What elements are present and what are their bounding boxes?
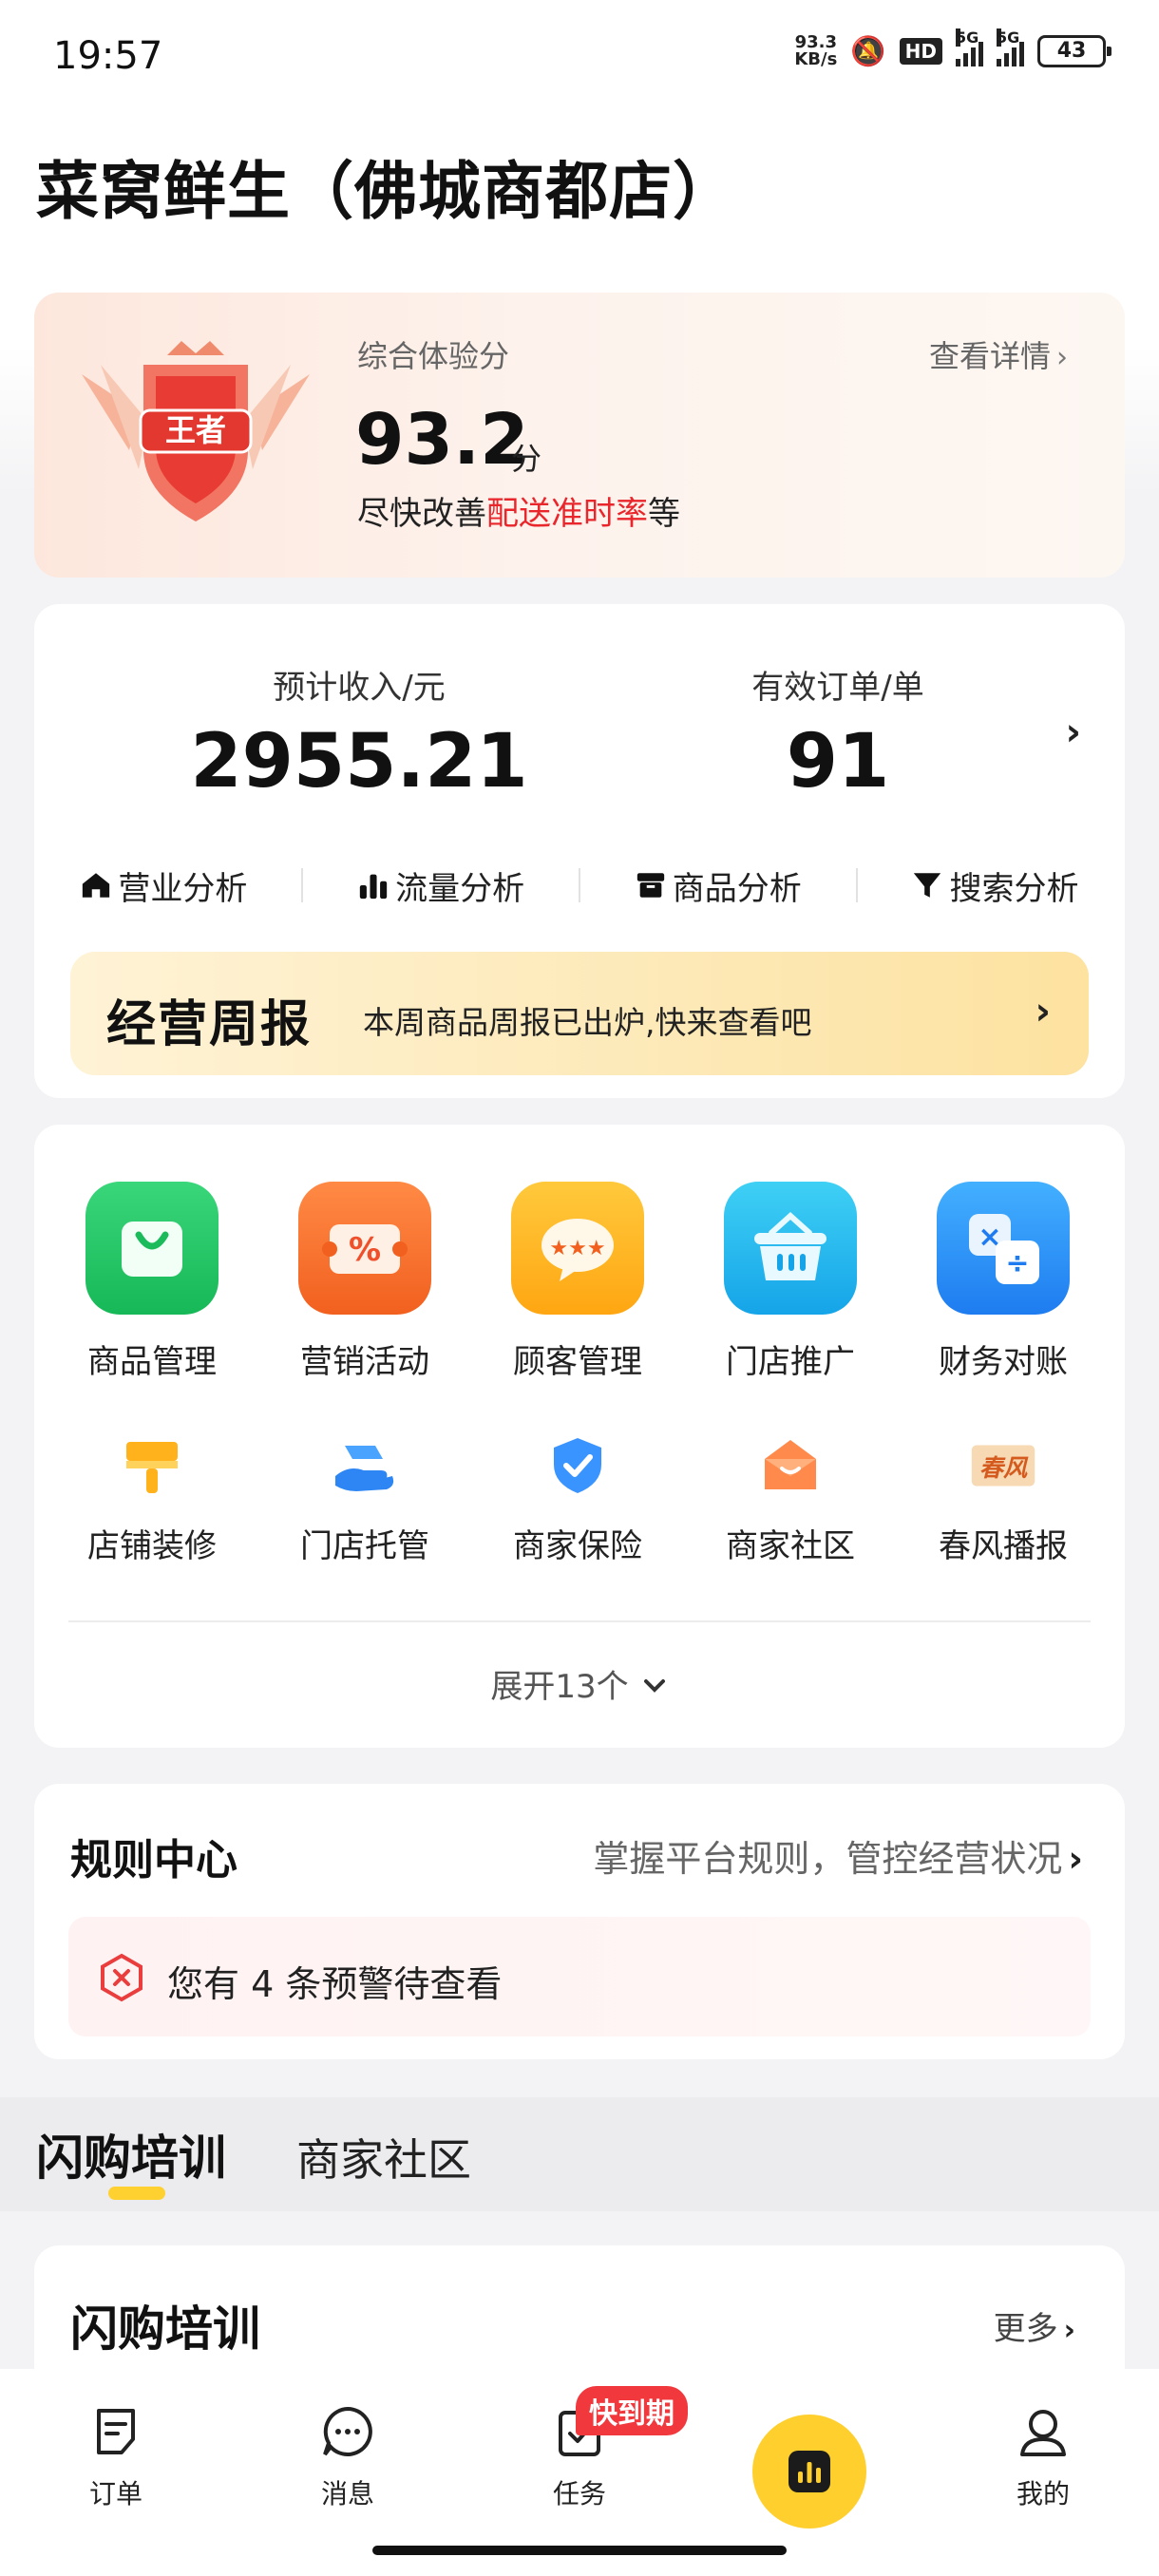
warning-close-icon xyxy=(101,1953,142,2002)
hd-icon: HD xyxy=(899,38,942,65)
active-tab-indicator xyxy=(108,2187,165,2200)
weekly-report-text: 本周商品周报已出炉,快来查看吧 xyxy=(363,1004,812,1041)
hand-care-icon xyxy=(332,1432,398,1499)
shield-check-icon xyxy=(544,1432,611,1499)
shopping-bag-icon xyxy=(86,1182,218,1315)
store-title[interactable]: 菜窝鲜生（佛城商都店） xyxy=(36,141,736,232)
search-analysis-button[interactable]: 搜索分析 xyxy=(911,862,1078,909)
income-stat[interactable]: 预计收入/元 2955.21 xyxy=(160,661,559,805)
svg-text:★★★: ★★★ xyxy=(549,1237,605,1260)
training-title: 闪购培训 xyxy=(70,2301,260,2357)
store-decoration-tool[interactable]: 店铺装修 xyxy=(46,1432,258,1566)
message-icon xyxy=(323,2406,372,2456)
score-label: 综合体验分 xyxy=(357,338,510,374)
score-value: 93.2 xyxy=(355,399,529,481)
orders-stat[interactable]: 有效订单/单 91 xyxy=(638,661,1037,805)
nav-orders[interactable]: 订单 xyxy=(40,2403,192,2511)
chevron-right-icon[interactable]: › xyxy=(1066,710,1081,754)
signal-icon: 5G xyxy=(956,28,983,66)
score-tip-highlight: 配送准时率 xyxy=(486,495,648,533)
rules-center-link[interactable]: 掌握平台规则，管控经营状况 › xyxy=(593,1829,1083,1882)
network-speed: 93.3 KB/s xyxy=(794,32,838,69)
coupon-icon: % xyxy=(298,1182,431,1315)
calculator-icon: × ÷ xyxy=(937,1182,1070,1315)
data-chart-icon xyxy=(788,2451,830,2492)
nav-data-center[interactable] xyxy=(752,2415,866,2529)
nav-messages[interactable]: 消息 xyxy=(272,2403,424,2511)
due-soon-badge: 快到期 xyxy=(576,2386,688,2435)
king-badge-icon: 王者 xyxy=(82,341,310,521)
tools-grid-card: 商品管理 % 营销活动 ★★★ 顾客管理 门店推广 × ÷ 财务对账 店铺装修 … xyxy=(34,1125,1125,1748)
divider xyxy=(301,868,304,902)
svg-text:÷: ÷ xyxy=(1005,1247,1029,1280)
primary-tools-row: 商品管理 % 营销活动 ★★★ 顾客管理 门店推广 × ÷ 财务对账 xyxy=(34,1182,1125,1382)
income-value: 2955.21 xyxy=(190,719,528,805)
product-analysis-button[interactable]: 商品分析 xyxy=(635,862,802,909)
finance-reconciliation-tool[interactable]: × ÷ 财务对账 xyxy=(897,1182,1110,1382)
community-icon xyxy=(757,1432,824,1499)
divider xyxy=(68,1620,1091,1622)
tab-flash-training[interactable]: 闪购培训 xyxy=(36,2120,226,2188)
mute-bell-icon: 🔕 xyxy=(850,34,886,68)
home-indicator[interactable] xyxy=(372,2546,787,2555)
status-icons: 93.3 KB/s 🔕 HD 5G 5G 43 xyxy=(794,28,1112,69)
chat-rating-icon: ★★★ xyxy=(511,1182,644,1315)
orders-label: 有效订单/单 xyxy=(751,669,924,707)
divider xyxy=(855,868,858,902)
income-label: 预计收入/元 xyxy=(273,669,446,707)
business-analysis-button[interactable]: 营业分析 xyxy=(80,862,247,909)
product-management-tool[interactable]: 商品管理 xyxy=(46,1182,258,1382)
expand-more-button[interactable]: 展开13个 xyxy=(34,1660,1125,1707)
orders-icon xyxy=(97,2409,135,2454)
analysis-shortcuts: 营业分析 流量分析 商品分析 搜索分析 xyxy=(53,857,1106,914)
nav-mine[interactable]: 我的 xyxy=(967,2403,1119,2511)
box-icon xyxy=(636,873,664,898)
warning-text: 您有 4 条预警待查看 xyxy=(167,1963,503,2005)
merchant-community-tool[interactable]: 商家社区 xyxy=(684,1432,897,1566)
weekly-report-title: 经营周报 xyxy=(106,996,313,1053)
battery-icon: 43 xyxy=(1037,35,1112,67)
content-tabs: 闪购培训 商家社区 xyxy=(0,2097,1159,2211)
svg-text:春风: 春风 xyxy=(979,1454,1029,1482)
chevron-right-icon: › xyxy=(1035,990,1051,1033)
experience-score-card[interactable]: 王者 综合体验分 93.2 分 尽快改善配送准时率等 查看详情 › xyxy=(34,293,1125,578)
svg-text:王者: 王者 xyxy=(165,412,226,448)
svg-text:%: % xyxy=(349,1231,381,1269)
customer-management-tool[interactable]: ★★★ 顾客管理 xyxy=(471,1182,684,1382)
chevron-right-icon: › xyxy=(1056,341,1068,374)
training-more-link[interactable]: 更多 › xyxy=(994,2302,1075,2349)
rules-center-title: 规则中心 xyxy=(70,1836,238,1885)
view-details-link[interactable]: 查看详情 › xyxy=(929,332,1068,376)
marketing-activity-tool[interactable]: % 营销活动 xyxy=(258,1182,471,1382)
business-stats-card[interactable]: 预计收入/元 2955.21 有效订单/单 91 › 营业分析 流量分析 商品分… xyxy=(34,604,1125,1098)
merchant-insurance-tool[interactable]: 商家保险 xyxy=(471,1432,684,1566)
spring-breeze-broadcast-tool[interactable]: 春风 春风播报 xyxy=(897,1432,1110,1566)
clock: 19:57 xyxy=(53,34,163,78)
home-icon xyxy=(83,873,110,898)
chevron-down-icon xyxy=(643,1679,665,1693)
warning-notice[interactable]: 您有 4 条预警待查看 xyxy=(68,1917,1091,2036)
funnel-icon xyxy=(914,873,941,898)
paint-brush-icon xyxy=(119,1432,185,1499)
divider xyxy=(578,868,580,902)
tab-merchant-community[interactable]: 商家社区 xyxy=(296,2126,471,2188)
status-bar: 19:57 93.3 KB/s 🔕 HD 5G 5G 43 xyxy=(0,0,1159,114)
chevron-right-icon: › xyxy=(1068,1838,1083,1880)
basket-icon xyxy=(724,1182,857,1315)
bar-chart-icon xyxy=(359,874,388,900)
signal-icon: 5G xyxy=(997,28,1024,66)
broadcast-icon: 春风 xyxy=(970,1432,1036,1499)
rules-center-card[interactable]: 规则中心 掌握平台规则，管控经营状况 › 您有 4 条预警待查看 xyxy=(34,1784,1125,2059)
user-icon xyxy=(1020,2410,1066,2456)
weekly-report-banner[interactable]: 经营周报 本周商品周报已出炉,快来查看吧 › xyxy=(70,952,1089,1075)
orders-value: 91 xyxy=(786,719,890,805)
chevron-right-icon: › xyxy=(1063,2314,1075,2347)
store-promotion-tool[interactable]: 门店推广 xyxy=(684,1182,897,1382)
traffic-analysis-button[interactable]: 流量分析 xyxy=(357,862,524,909)
score-unit: 分 xyxy=(511,441,542,477)
store-hosting-tool[interactable]: 门店托管 xyxy=(258,1432,471,1566)
score-tip: 尽快改善配送准时率等 xyxy=(357,495,680,533)
secondary-tools-row: 店铺装修 门店托管 商家保险 商家社区 春风 春风播报 xyxy=(34,1432,1125,1566)
